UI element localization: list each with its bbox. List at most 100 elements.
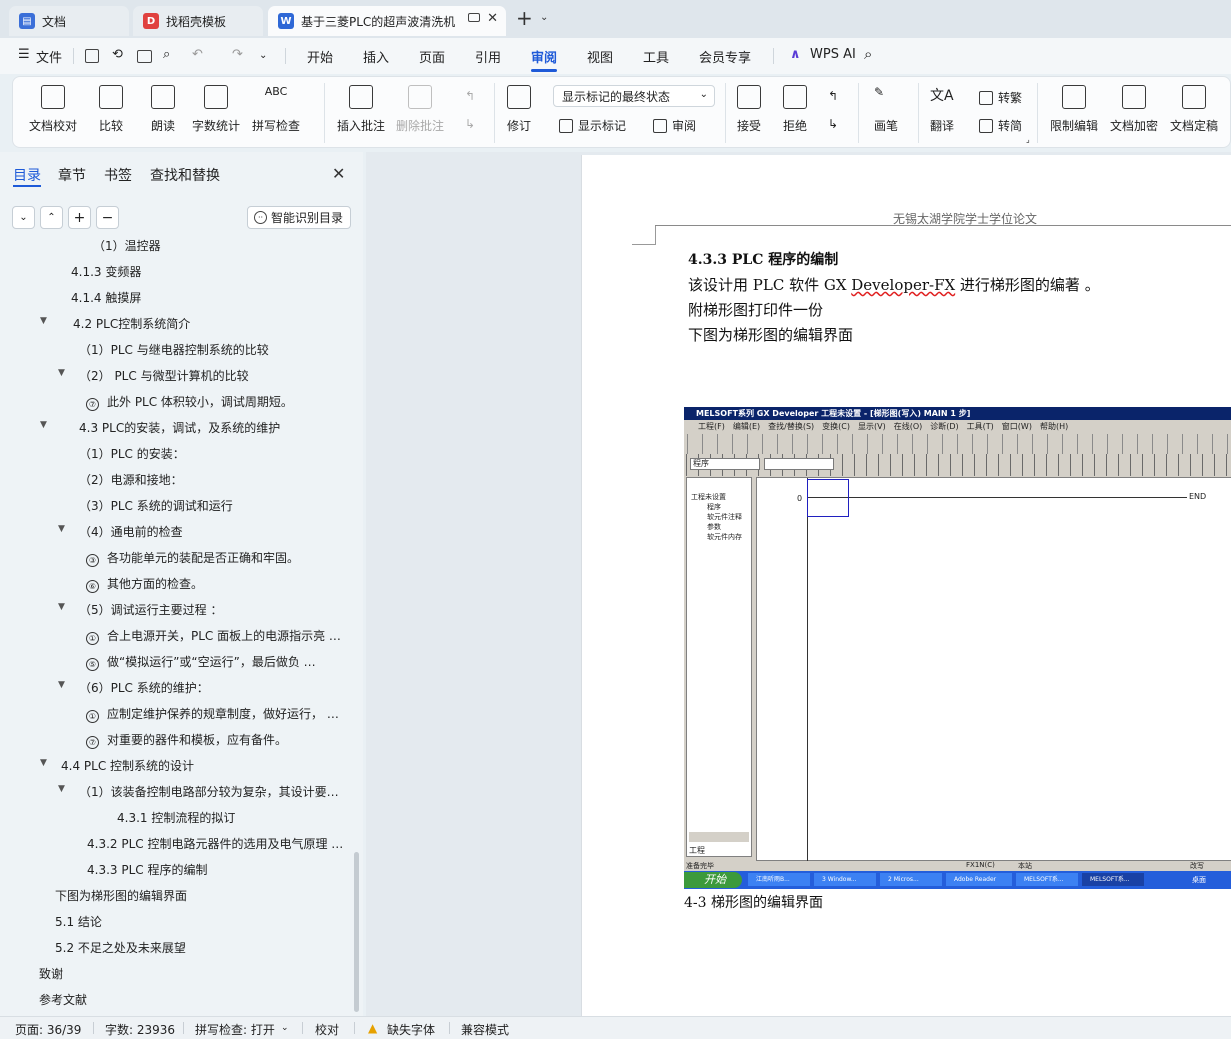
gx-menu-item[interactable]: 帮助(H) [1040,422,1068,431]
word-count[interactable]: 字数: 23936 [105,1021,175,1038]
missing-font-status[interactable]: 缺失字体 [387,1021,435,1038]
gx-program-combo[interactable]: 程序 [690,458,760,470]
toc-item[interactable]: ① 合上电源开关，PLC 面板上的电源指示亮 … [0,621,352,647]
scrollbar-thumb[interactable] [354,852,359,1012]
start-button[interactable]: 开始 [684,872,742,888]
toc-item[interactable]: 致谢 [0,959,352,985]
next-comment-icon[interactable]: ↳ [465,117,475,131]
gx-tree-tab[interactable]: 工程 [689,845,705,856]
toc-item[interactable]: ⑤ 做“模拟运行”或“空运行”，最后做负 … [0,647,352,673]
toc-item[interactable]: 4.3.3 PLC 程序的编制 [0,855,352,881]
markup-state-select[interactable]: 显示标记的最终状态 ⌄ [553,85,715,107]
word-count-button[interactable]: 字数统计 [192,85,240,143]
gx-menu-item[interactable]: 显示(V) [858,422,886,431]
collapse-all-button[interactable]: ⌄ [12,206,35,229]
hamburger-icon[interactable]: ☰ [18,47,30,62]
toc-item[interactable]: ③ 各功能单元的装配是否正确和牢固。 [0,543,352,569]
redo-icon[interactable]: ↷ [232,47,243,62]
spell-check-button[interactable]: ABC 拼写检查 [252,85,300,143]
toc-item[interactable]: 5.2 不足之处及未来展望 [0,933,352,959]
gx-menu-item[interactable]: 窗口(W) [1002,422,1032,431]
compare-button[interactable]: 比较 [99,85,123,143]
toc-item[interactable]: 4.1.3 变频器 [0,257,352,283]
taskbar-button[interactable]: MELSOFT系... [1016,873,1078,886]
menu-references[interactable]: 引用 [475,47,501,66]
print-icon[interactable] [137,50,152,63]
tab-docs[interactable]: ▤ 文档 [9,6,129,36]
toc-item[interactable]: （2）电源和接地： [0,465,352,491]
menu-file[interactable]: 文件 [36,47,62,66]
prev-comment-icon[interactable]: ↰ [465,89,475,103]
gx-tree-item[interactable]: 软元件内存 [691,532,742,542]
gx-ladder-area[interactable]: 0 END [756,477,1231,862]
save-icon[interactable] [85,49,99,63]
toc-item[interactable]: ▼ （4）通电前的检查 [0,517,352,543]
toc-item[interactable]: 4.3.1 控制流程的拟订 [0,803,352,829]
expand-arrow-icon[interactable]: ▼ [58,602,65,612]
toc-item[interactable]: ▼ （6）PLC 系统的维护： [0,673,352,699]
share-icon[interactable]: ⟲ [112,47,123,62]
gx-tree-scrollbar[interactable] [689,832,749,842]
tab-current-document[interactable]: W 基于三菱PLC的超声波清洗机 ✕ [268,6,506,36]
chevron-down-icon[interactable]: ⌄ [540,12,548,23]
add-heading-button[interactable]: + [68,206,91,229]
toc-item[interactable]: 参考文献 [0,985,352,1011]
search-icon[interactable]: ⌕ [864,45,872,63]
to-simplified-button[interactable]: 转简 [979,117,1022,134]
accept-button[interactable]: 接受 [737,85,761,143]
spell-error-word[interactable]: Developer-FX [851,276,955,294]
toc-item[interactable]: （1）PLC 的安装： [0,439,352,465]
print-preview-icon[interactable]: ⌕ [163,47,170,62]
taskbar-button[interactable]: 江南听雨B... [748,873,810,886]
smart-toc-button[interactable]: ·· 智能识别目录 [247,206,351,229]
tab-chapters[interactable]: 章节 [58,165,86,185]
taskbar-button[interactable]: 2 Micros... [880,873,942,886]
close-panel-icon[interactable]: ✕ [332,164,345,183]
gx-menu-item[interactable]: 工具(T) [967,422,994,431]
finalize-button[interactable]: 文档定稿 [1170,85,1218,143]
toc-item[interactable]: ▼ （2） PLC 与微型计算机的比较 [0,361,352,387]
chevron-down-icon[interactable]: ⌄ [281,1023,289,1033]
menu-wps-ai[interactable]: WPS AI [810,47,856,62]
menu-page[interactable]: 页面 [419,47,445,66]
expand-corner-icon[interactable]: ⌟ [1026,135,1030,144]
expand-arrow-icon[interactable]: ▼ [58,784,65,794]
toc-item[interactable]: ① 应制定维护保养的规章制度，做好运行， … [0,699,352,725]
encrypt-button[interactable]: 文档加密 [1110,85,1158,143]
monitor-icon[interactable] [468,13,480,22]
toc-item[interactable]: ▼ （5）调试运行主要过程 ： [0,595,352,621]
toc-item[interactable]: 下图为梯形图的编辑界面 [0,881,352,907]
wps-ai-icon[interactable]: ∧ [790,47,801,62]
gx-combo-2[interactable] [764,458,834,470]
gx-developer-screenshot[interactable]: MELSOFT系列 GX Developer 工程未设置 - [梯形图(写入) … [684,407,1231,889]
gx-tree-item[interactable]: 参数 [691,522,742,532]
menu-view[interactable]: 视图 [587,47,613,66]
translate-button[interactable]: 文A 翻译 [930,85,954,143]
new-tab-icon[interactable]: + [516,6,533,30]
revise-button[interactable]: 修订 [507,85,531,143]
toc-item[interactable]: ▼ 4.2 PLC控制系统简介 [0,309,352,335]
gx-menu-item[interactable]: 变换(C) [822,422,850,431]
menu-home[interactable]: 开始 [307,47,333,66]
gx-tree-item[interactable]: 软元件注释 [691,512,742,522]
gx-tree-item[interactable]: 工程未设置 [691,492,742,502]
menu-member[interactable]: 会员专享 [699,47,751,66]
remove-heading-button[interactable]: − [96,206,119,229]
read-aloud-button[interactable]: 朗读 [151,85,175,143]
prev-change-icon[interactable]: ↰ [828,89,838,103]
gx-menu-item[interactable]: 诊断(D) [930,422,958,431]
expand-arrow-icon[interactable]: ▼ [40,316,47,326]
pen-button[interactable]: ✎ 画笔 [874,85,898,143]
toc-item[interactable]: ▼ 4.4 PLC 控制系统的设计 [0,751,352,777]
page-count[interactable]: 页面: 36/39 [15,1021,81,1038]
toc-item[interactable]: （3）PLC 系统的调试和运行 [0,491,352,517]
paragraph-1[interactable]: 该设计用 PLC 软件 GX Developer-FX 进行梯形图的编著 。 [688,274,1100,295]
toc-item[interactable]: ⑦ 对重要的器件和模板，应有备件。 [0,725,352,751]
gx-menu-item[interactable]: 工程(F) [698,422,725,431]
expand-arrow-icon[interactable]: ▼ [40,420,47,430]
paragraph-3[interactable]: 下图为梯形图的编辑界面 [688,324,853,345]
toc-item[interactable]: 4.3.2 PLC 控制电路元器件的选用及电气原理 … [0,829,352,855]
toc-item[interactable]: ⑥ 其他方面的检查。 [0,569,352,595]
proofread-button[interactable]: 文档校对 [29,85,77,143]
tab-bookmarks[interactable]: 书签 [104,165,132,185]
